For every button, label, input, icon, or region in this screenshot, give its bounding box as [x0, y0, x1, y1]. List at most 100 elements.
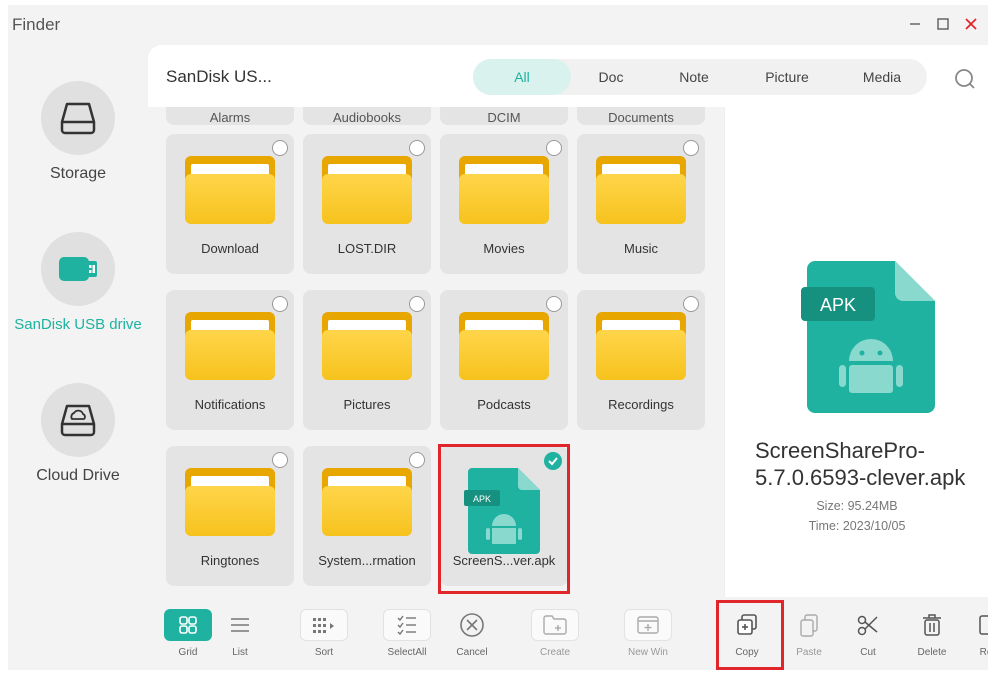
minimize-button[interactable]: [904, 13, 926, 35]
create-folder-icon: [531, 609, 579, 641]
copy-highlight: [716, 600, 784, 670]
folder-icon: [185, 156, 275, 224]
sidebar-item-storage[interactable]: Storage: [8, 81, 148, 183]
cancel-button[interactable]: Cancel: [442, 609, 502, 658]
folder-item[interactable]: Alarms: [166, 107, 294, 125]
cloud-drive-icon: [41, 383, 115, 457]
select-radio[interactable]: [272, 296, 288, 312]
new-window-icon: [624, 609, 672, 641]
tab-note[interactable]: Note: [651, 59, 737, 95]
folder-item-system-information[interactable]: System...rmation: [303, 446, 431, 586]
delete-label: Delete: [917, 647, 947, 658]
trash-icon: [908, 609, 956, 641]
selection-highlight: [438, 444, 570, 594]
sort-icon: [300, 609, 348, 641]
folder-icon: [185, 468, 275, 536]
folder-item-movies[interactable]: Movies: [440, 134, 568, 274]
folder-item-pictures[interactable]: Pictures: [303, 290, 431, 430]
folder-icon: [596, 156, 686, 224]
select-radio[interactable]: [683, 296, 699, 312]
tab-doc[interactable]: Doc: [571, 59, 651, 95]
bottom-toolbar: Grid List Sort SelectAll Cancel Create N…: [148, 597, 988, 670]
select-radio[interactable]: [546, 140, 562, 156]
folder-icon: [185, 312, 275, 380]
folder-icon: [322, 312, 412, 380]
create-button[interactable]: Create: [525, 609, 585, 658]
preview-file-name: ScreenSharePro-5.7.0.6593-clever.apk: [755, 438, 966, 490]
delete-button[interactable]: Delete: [902, 609, 962, 658]
preview-file-time: Time: 2023/10/05: [808, 519, 906, 533]
sidebar-item-label: Cloud Drive: [36, 467, 120, 484]
preview-apk-badge: APK: [820, 295, 856, 315]
cut-label: Cut: [860, 647, 876, 658]
grid-icon: [164, 609, 212, 641]
grid-label: Grid: [178, 647, 198, 658]
select-all-label: SelectAll: [387, 647, 427, 658]
close-button[interactable]: [960, 13, 982, 35]
apk-preview-icon: APK: [801, 261, 935, 413]
select-radio[interactable]: [409, 296, 425, 312]
finder-window: Finder Storage SanDisk USB drive Cloud D…: [8, 5, 988, 670]
search-icon[interactable]: [953, 67, 977, 96]
select-radio[interactable]: [546, 296, 562, 312]
hard-drive-icon: [41, 81, 115, 155]
preview-panel: APK ScreenSharePro-5.7.0.6593-clever.apk…: [724, 107, 988, 597]
paste-label: Paste: [796, 647, 822, 658]
sort-label: Sort: [314, 647, 334, 658]
folder-item[interactable]: Documents: [577, 107, 705, 125]
preview-file-size: Size: 95.24MB: [816, 499, 898, 513]
list-icon: [216, 609, 264, 641]
folder-item-podcasts[interactable]: Podcasts: [440, 290, 568, 430]
folder-item-notifications[interactable]: Notifications: [166, 290, 294, 430]
folder-icon: [459, 156, 549, 224]
folder-item-lost-dir[interactable]: LOST.DIR: [303, 134, 431, 274]
select-all-icon: [383, 609, 431, 641]
sidebar-item-sandisk-usb[interactable]: SanDisk USB drive: [8, 232, 148, 333]
list-label: List: [232, 647, 248, 658]
folder-item[interactable]: Audiobooks: [303, 107, 431, 125]
select-radio[interactable]: [409, 140, 425, 156]
sidebar-item-cloud-drive[interactable]: Cloud Drive: [8, 383, 148, 485]
folder-item-music[interactable]: Music: [577, 134, 705, 274]
select-radio[interactable]: [409, 452, 425, 468]
usb-drive-icon: [41, 232, 115, 306]
tab-all[interactable]: All: [473, 59, 571, 95]
grid-view-button[interactable]: Grid: [158, 609, 218, 658]
cut-button[interactable]: Cut: [838, 609, 898, 658]
sidebar: Storage SanDisk USB drive Cloud Drive: [8, 45, 148, 670]
sort-button[interactable]: Sort: [294, 609, 354, 658]
new-window-label: New Win: [627, 647, 668, 658]
folder-icon: [459, 312, 549, 380]
filter-tabs: All Doc Note Picture Media: [473, 59, 927, 95]
breadcrumb[interactable]: SanDisk US...: [166, 67, 272, 87]
select-all-button[interactable]: SelectAll: [377, 609, 437, 658]
folder-icon: [322, 156, 412, 224]
tab-picture[interactable]: Picture: [737, 59, 837, 95]
maximize-button[interactable]: [932, 13, 954, 35]
cancel-icon: [448, 609, 496, 641]
sidebar-item-label: SanDisk USB drive: [14, 316, 142, 333]
folder-icon: [596, 312, 686, 380]
paste-button[interactable]: Paste: [779, 609, 839, 658]
select-radio[interactable]: [272, 140, 288, 156]
folder-item-recordings[interactable]: Recordings: [577, 290, 705, 430]
new-window-button[interactable]: New Win: [618, 609, 678, 658]
folder-item-ringtones[interactable]: Ringtones: [166, 446, 294, 586]
file-grid: Alarms Audiobooks DCIM Documents Downloa…: [148, 107, 724, 597]
folder-item[interactable]: DCIM: [440, 107, 568, 125]
title-bar: Finder: [8, 5, 988, 45]
folder-icon: [322, 468, 412, 536]
window-title: Finder: [12, 15, 61, 34]
scissors-icon: [844, 609, 892, 641]
rename-button[interactable]: Re: [956, 609, 988, 658]
paste-icon: [785, 609, 833, 641]
list-view-button[interactable]: List: [210, 609, 270, 658]
select-radio[interactable]: [683, 140, 699, 156]
create-label: Create: [539, 647, 570, 658]
folder-item-download[interactable]: Download: [166, 134, 294, 274]
main-panel: SanDisk US... All Doc Note Picture Media…: [148, 45, 988, 670]
tab-media[interactable]: Media: [837, 59, 927, 95]
cancel-label: Cancel: [456, 647, 488, 658]
select-radio[interactable]: [272, 452, 288, 468]
sidebar-item-label: Storage: [49, 165, 107, 182]
